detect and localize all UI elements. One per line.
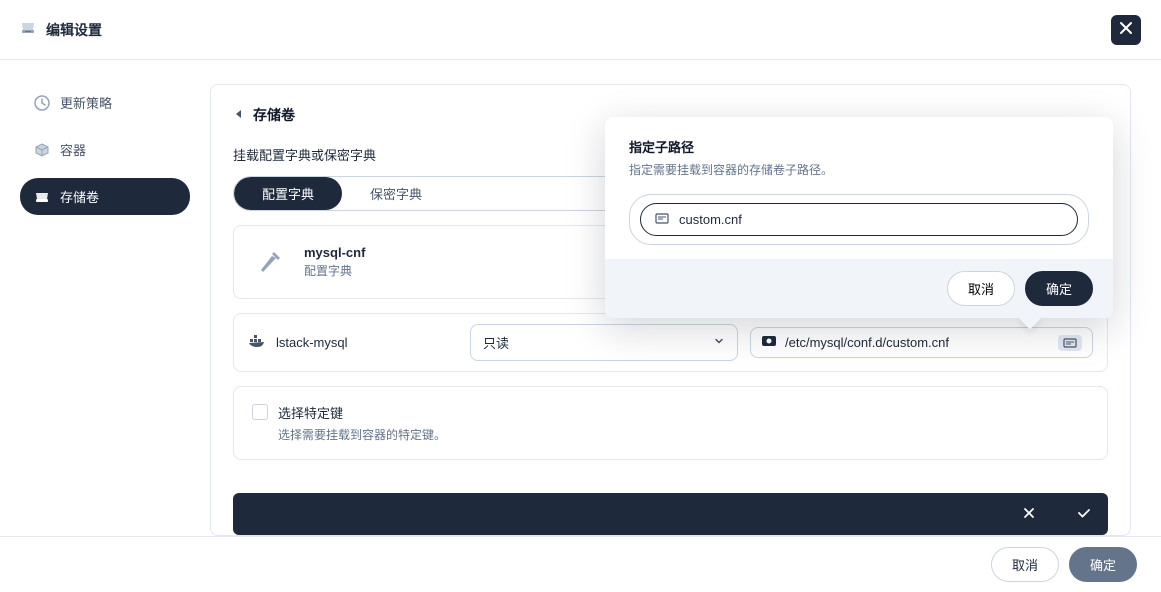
sidebar-item-label: 容器 [60,140,86,159]
mount-container: lstack-mysql [248,332,458,353]
popover-desc: 指定需要挂载到容器的存储卷子路径。 [629,161,1089,178]
subpath-popover: 指定子路径 指定需要挂载到容器的存储卷子路径。 取消 确定 [605,117,1113,318]
check-icon[interactable] [1076,505,1092,524]
sidebar-item-container[interactable]: 容器 [20,131,190,168]
popover-confirm-button[interactable]: 确定 [1025,271,1093,306]
modal-footer: 取消 确定 [0,536,1161,592]
header-left: 编辑设置 [20,20,102,40]
mount-mode-select[interactable]: 只读 [470,324,738,361]
volume-icon [34,189,50,205]
specific-keys-checkbox[interactable] [252,404,268,420]
mount-row: lstack-mysql 只读 [233,313,1108,372]
specific-keys-desc: 选择需要挂载到容器的特定键。 [278,426,446,443]
popover-input-outer [629,194,1089,245]
specific-keys-row: 选择特定键 选择需要挂载到容器的特定键。 [252,403,1089,443]
specific-keys-title: 选择特定键 [278,403,446,422]
cancel-button[interactable]: 取消 [991,547,1059,582]
popover-cancel-button[interactable]: 取消 [947,271,1015,306]
mount-mode-value: 只读 [483,333,509,352]
sidebar-item-update-policy[interactable]: 更新策略 [20,84,190,121]
back-icon[interactable] [233,108,245,123]
popover-body: 指定子路径 指定需要挂载到容器的存储卷子路径。 [605,117,1113,259]
subpath-field-icon [655,212,669,227]
subpath-input[interactable] [679,212,1063,227]
close-button[interactable] [1111,15,1141,45]
mount-path-input[interactable] [785,335,1050,350]
mount-path-input-wrap[interactable] [750,327,1093,358]
config-type: 配置字典 [304,262,365,279]
subpath-icon-button[interactable] [1058,335,1082,351]
sidebar-item-label: 更新策略 [60,93,112,112]
confirm-button[interactable]: 确定 [1069,547,1137,582]
action-bar [233,493,1108,535]
panel-title: 存储卷 [253,105,295,125]
modal-title: 编辑设置 [46,20,102,40]
docker-icon [248,332,266,353]
chevron-down-icon [713,335,725,350]
update-icon [34,95,50,111]
disk-icon [20,20,36,39]
sidebar-item-label: 存储卷 [60,187,99,206]
tab-secret[interactable]: 保密字典 [342,177,450,210]
popover-footer: 取消 确定 [605,259,1113,318]
config-item-text: mysql-cnf 配置字典 [304,245,365,279]
config-name: mysql-cnf [304,245,365,260]
tab-configmap[interactable]: 配置字典 [234,177,342,210]
sidebar-item-volumes[interactable]: 存储卷 [20,178,190,215]
popover-input-inner[interactable] [640,203,1078,236]
specific-keys-card: 选择特定键 选择需要挂载到容器的特定键。 [233,386,1108,460]
close-icon [1119,21,1133,38]
container-icon [34,142,50,158]
dismiss-icon[interactable] [1022,506,1036,523]
specific-keys-text: 选择特定键 选择需要挂载到容器的特定键。 [278,403,446,443]
sidebar: 更新策略 容器 存储卷 [0,60,210,536]
hammer-icon [252,244,288,280]
container-name: lstack-mysql [276,335,348,350]
path-prefix-icon [761,334,777,351]
modal-header: 编辑设置 [0,0,1161,60]
popover-title: 指定子路径 [629,137,1089,156]
